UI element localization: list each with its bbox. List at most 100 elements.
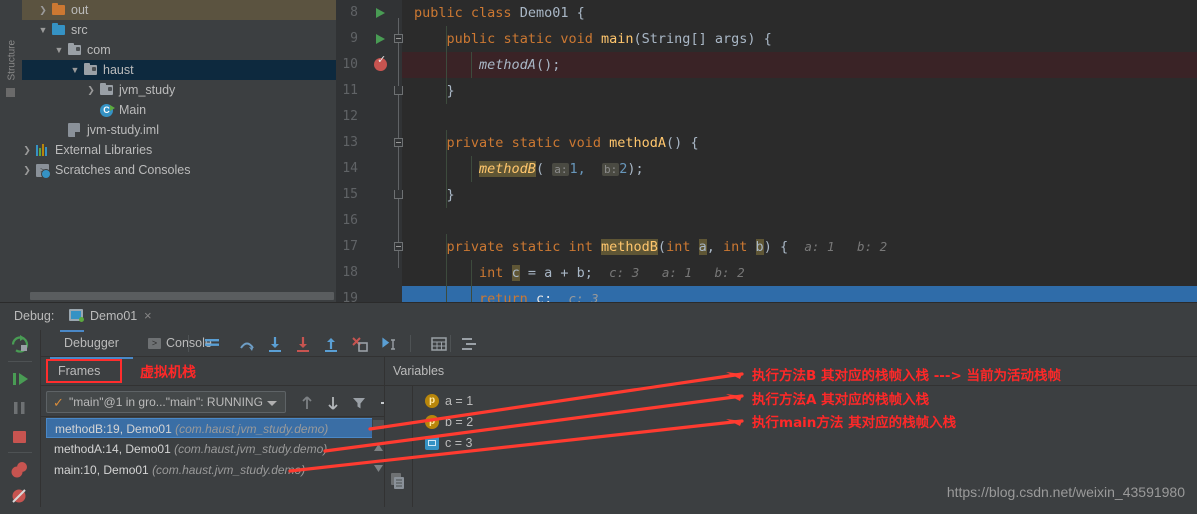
- tree-item-jvm-study[interactable]: ❯ jvm_study: [22, 80, 336, 100]
- frame-method: methodB:19, Demo01: [55, 422, 172, 436]
- line-number: 8: [350, 5, 358, 20]
- run-gutter-icon[interactable]: [376, 8, 385, 18]
- code-line-8[interactable]: public class Demo01 {: [402, 0, 1197, 26]
- step-into-icon[interactable]: [266, 335, 284, 353]
- project-tree-horizontal-scrollbar[interactable]: [22, 290, 336, 302]
- code-line-10[interactable]: methodA();: [402, 52, 1197, 78]
- project-tree[interactable]: ❯ out ▼ src ▼ com ▼ haust ❯ jvm_study C Main jvm-stu…: [22, 0, 336, 290]
- variables-panel-header: Variables: [385, 357, 1197, 385]
- scrollbar-thumb[interactable]: [30, 292, 334, 300]
- chevron-right-icon[interactable]: ❯: [22, 140, 32, 160]
- line-number: 9: [350, 31, 358, 46]
- breakpoint-verified-icon[interactable]: [374, 53, 387, 71]
- debug-label: Debug:: [14, 309, 55, 323]
- frame-row[interactable]: methodA:14, Demo01 (com.haust.jvm_study.…: [46, 439, 376, 459]
- frames-list[interactable]: methodB:19, Demo01 (com.haust.jvm_study.…: [40, 418, 385, 507]
- code-line-13[interactable]: private static void methodA() {: [402, 130, 1197, 156]
- frame-row[interactable]: main:10, Demo01 (com.haust.jvm_study.dem…: [46, 460, 376, 480]
- tab-debugger[interactable]: Debugger: [50, 330, 133, 359]
- line-number: 14: [342, 161, 358, 176]
- folder-orange-icon: [52, 3, 65, 15]
- chevron-down-icon[interactable]: ▼: [38, 20, 48, 40]
- rail-marker-icon: [6, 88, 15, 97]
- frames-title[interactable]: Frames: [58, 364, 100, 378]
- code-line-9[interactable]: public static void main(String[] args) {: [402, 26, 1197, 52]
- evaluate-expression-icon[interactable]: [430, 335, 448, 353]
- frame-package: (com.haust.jvm_study.demo): [152, 463, 306, 477]
- tree-item-jvm-study-iml[interactable]: jvm-study.iml: [22, 120, 336, 140]
- thread-selector-row[interactable]: ✓ "main"@1 in gro..."main": RUNNING: [40, 388, 393, 416]
- indent-guide: [471, 156, 472, 182]
- resume-program-icon[interactable]: [0, 364, 40, 393]
- line-number: 10: [342, 57, 358, 72]
- up-arrow-icon[interactable]: [298, 394, 316, 412]
- chevron-down-icon[interactable]: ▼: [54, 40, 64, 60]
- code-line-19[interactable]: return c; c: 3: [402, 286, 1197, 302]
- variables-title[interactable]: Variables: [393, 364, 444, 378]
- method-call-methodb[interactable]: methodB: [479, 161, 536, 177]
- stop-icon[interactable]: [0, 422, 40, 451]
- tree-item-com[interactable]: ▼ com: [22, 40, 336, 60]
- chevron-down-icon[interactable]: [267, 401, 277, 406]
- view-breakpoints-icon[interactable]: [0, 455, 40, 484]
- frames-annotation-text: 虚拟机栈: [140, 365, 196, 381]
- tree-item-external-libraries[interactable]: ❯ External Libraries: [22, 140, 336, 160]
- tree-item-main[interactable]: C Main: [22, 100, 336, 120]
- code-line-12[interactable]: [402, 104, 1197, 130]
- rerun-icon[interactable]: [0, 330, 40, 359]
- param-hint-a: a:: [552, 163, 570, 176]
- drop-frame-icon[interactable]: [350, 335, 368, 353]
- debug-actions-rail[interactable]: [0, 330, 41, 507]
- code-editor[interactable]: 8 9 10 11 12 13 14 15 16 17 18 19 public class Demo…: [336, 0, 1197, 302]
- force-step-into-icon[interactable]: [294, 335, 312, 353]
- chevron-down-icon[interactable]: ▼: [70, 60, 80, 80]
- editor-gutter[interactable]: 8 9 10 11 12 13 14 15 16 17 18 19: [336, 0, 403, 302]
- pause-program-icon[interactable]: [0, 393, 40, 422]
- tree-item-out[interactable]: ❯ out: [22, 0, 336, 20]
- tree-item-haust[interactable]: ▼ haust: [22, 60, 336, 80]
- filter-icon[interactable]: [350, 394, 368, 412]
- show-execution-point-icon[interactable]: [203, 335, 221, 353]
- code-line-17[interactable]: private static int methodB(int a, int b)…: [402, 234, 1197, 260]
- frame-row[interactable]: methodB:19, Demo01 (com.haust.jvm_study.…: [46, 418, 376, 438]
- run-to-cursor-icon[interactable]: [380, 335, 398, 353]
- run-gutter-icon[interactable]: [376, 34, 385, 44]
- chevron-right-icon[interactable]: ❯: [38, 0, 48, 20]
- code-line-18[interactable]: int c = a + b; c: 3 a: 1 b: 2: [402, 260, 1197, 286]
- tree-item-label: out: [71, 3, 89, 17]
- indent-guide: [446, 156, 447, 182]
- tree-item-label: src: [71, 23, 88, 37]
- indent-guide: [446, 260, 447, 286]
- tree-item-label: jvm-study.iml: [87, 123, 159, 137]
- line-number: 15: [342, 187, 358, 202]
- debug-window-header: Debug: Demo01 ×: [0, 303, 1197, 332]
- thread-running-icon: ✓: [53, 395, 64, 410]
- tree-item-src[interactable]: ▼ src: [22, 20, 336, 40]
- thread-select[interactable]: ✓ "main"@1 in gro..."main": RUNNING: [46, 391, 286, 413]
- step-out-icon[interactable]: [322, 335, 340, 353]
- debug-tool-window[interactable]: Debug: Demo01 × Debugger > Frames 虚拟机栈 V…: [0, 302, 1197, 507]
- console-icon: >: [148, 338, 161, 350]
- mute-breakpoints-icon[interactable]: [0, 482, 40, 511]
- indent-guide: [471, 286, 472, 302]
- debug-session-tab[interactable]: Demo01 ×: [60, 303, 152, 332]
- debugger-toolbar[interactable]: Debugger>Console: [40, 330, 1197, 359]
- chevron-right-icon[interactable]: ❯: [86, 80, 96, 100]
- code-line-14[interactable]: methodB( a: 1, b: 2);: [402, 156, 1197, 182]
- code-line-16[interactable]: [402, 208, 1197, 234]
- tree-item-scratches-and-consoles[interactable]: ❯ > Scratches and Consoles: [22, 160, 336, 180]
- structure-tool-tab[interactable]: Structure: [7, 19, 18, 81]
- line-number: 17: [342, 239, 358, 254]
- code-line-15[interactable]: }: [402, 182, 1197, 208]
- step-over-icon[interactable]: [238, 335, 256, 353]
- chevron-right-icon[interactable]: ❯: [22, 160, 32, 180]
- libraries-icon: [36, 144, 49, 156]
- tree-item-label: Scratches and Consoles: [55, 163, 191, 177]
- thread-row-separator: [40, 416, 385, 417]
- frames-panel-header: Frames 虚拟机栈: [40, 357, 385, 385]
- code-line-11[interactable]: }: [402, 78, 1197, 104]
- down-arrow-icon[interactable]: [324, 394, 342, 412]
- close-icon[interactable]: ×: [144, 308, 152, 323]
- line-number: 11: [342, 83, 358, 98]
- settings-icon[interactable]: [460, 335, 478, 353]
